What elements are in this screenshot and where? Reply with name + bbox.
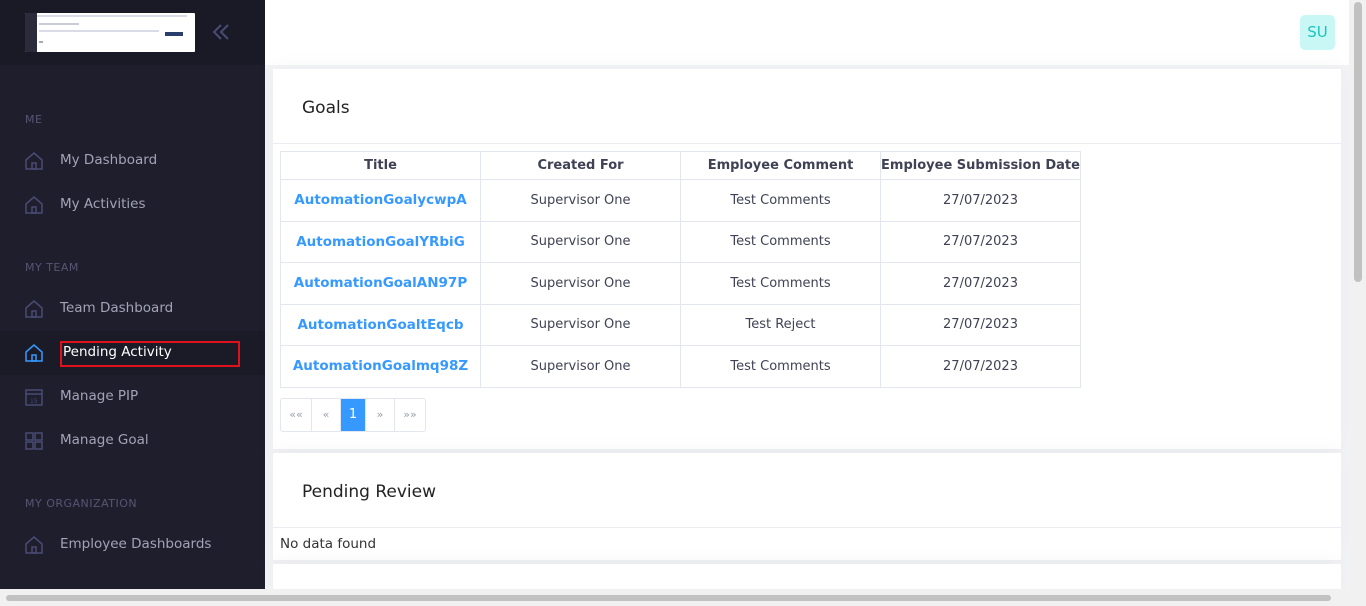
employee-comment-cell: Test Reject [680,303,881,346]
column-header: Title [280,151,481,180]
logo[interactable] [25,13,195,52]
column-header: Employee Submission Date [880,151,1081,180]
table-row: AutomationGoalycwpA Supervisor One Test … [280,179,1081,222]
sidebar-item-label: Manage Goal [60,432,149,448]
empty-state-text: No data found [280,536,377,552]
prev-page-button[interactable]: « [312,399,341,431]
sidebar-item-label: My Dashboard [60,152,158,168]
vertical-scrollbar-thumb[interactable] [1354,2,1362,282]
created-for-cell: Supervisor One [480,220,681,263]
sidebar-brand [0,0,265,65]
created-for-cell: Supervisor One [480,345,681,388]
goal-title-link[interactable]: AutomationGoalycwpA [280,179,481,222]
goals-table: Title Created For Employee Comment Emplo… [280,151,1081,388]
section-label-my-organization: MY ORGANIZATION [25,497,138,510]
submission-date-cell: 27/07/2023 [880,220,1081,263]
card-divider [273,143,1341,144]
horizontal-scrollbar-thumb[interactable] [6,595,1331,601]
avatar[interactable]: SU [1300,15,1335,50]
goal-title-link[interactable]: AutomationGoalYRbiG [280,220,481,263]
submission-date-cell: 27/07/2023 [880,179,1081,222]
sidebar-item-manage-goal[interactable]: Manage Goal [0,419,265,463]
home-icon [25,152,43,170]
sidebar-item-label: Employee Dashboards [60,536,212,552]
employee-comment-cell: Test Comments [680,179,881,222]
home-icon [25,300,43,318]
table-header-row: Title Created For Employee Comment Emplo… [280,151,1081,180]
sidebar-item-employee-dashboards[interactable]: Employee Dashboards [0,523,265,567]
sidebar-item-my-activities[interactable]: My Activities [0,183,265,227]
created-for-cell: Supervisor One [480,179,681,222]
created-for-cell: Supervisor One [480,262,681,305]
next-card [273,564,1341,589]
section-label-me: ME [25,113,43,126]
table-row: AutomationGoalAN97P Supervisor One Test … [280,262,1081,305]
table-row: AutomationGoalmq98Z Supervisor One Test … [280,345,1081,388]
column-header: Created For [480,151,681,180]
column-header: Employee Comment [680,151,881,180]
next-page-button[interactable]: » [366,399,395,431]
grid-icon [25,432,43,450]
home-icon [25,536,43,554]
goal-title-link[interactable]: AutomationGoaltEqcb [280,303,481,346]
submission-date-cell: 27/07/2023 [880,303,1081,346]
pending-review-card: Pending Review [273,453,1341,560]
sidebar-item-my-dashboard[interactable]: My Dashboard [0,139,265,183]
last-page-button[interactable]: »» [395,399,425,431]
table-row: AutomationGoalYRbiG Supervisor One Test … [280,220,1081,263]
employee-comment-cell: Test Comments [680,262,881,305]
svg-text:15: 15 [30,398,38,405]
calendar-icon: 15 [25,389,43,406]
table-row: AutomationGoaltEqcb Supervisor One Test … [280,303,1081,346]
employee-comment-cell: Test Comments [680,220,881,263]
sidebar: ME My Dashboard My Activities MY TEAM Te… [0,0,265,589]
pending-review-title: Pending Review [302,482,437,502]
employee-comment-cell: Test Comments [680,345,881,388]
pagination: «« « 1 » »» [280,398,426,432]
first-page-button[interactable]: «« [281,399,312,431]
page-1-button[interactable]: 1 [341,399,366,431]
home-icon [25,196,43,214]
card-divider [273,527,1341,528]
goals-title: Goals [302,98,350,118]
goal-title-link[interactable]: AutomationGoalmq98Z [280,345,481,388]
submission-date-cell: 27/07/2023 [880,345,1081,388]
sidebar-item-manage-pip[interactable]: 15 Manage PIP [0,375,265,419]
collapse-sidebar-icon[interactable] [210,21,232,43]
submission-date-cell: 27/07/2023 [880,262,1081,305]
created-for-cell: Supervisor One [480,303,681,346]
section-label-my-team: MY TEAM [25,261,79,274]
sidebar-item-label: Team Dashboard [60,300,174,316]
sidebar-item-team-dashboard[interactable]: Team Dashboard [0,287,265,331]
sidebar-item-pending-activity[interactable]: Pending Activity [0,331,265,375]
home-icon [25,344,43,362]
sidebar-item-label: Pending Activity [63,344,172,360]
sidebar-item-label: My Activities [60,196,146,212]
goal-title-link[interactable]: AutomationGoalAN97P [280,262,481,305]
top-header [265,0,1349,65]
sidebar-item-label: Manage PIP [60,388,139,404]
